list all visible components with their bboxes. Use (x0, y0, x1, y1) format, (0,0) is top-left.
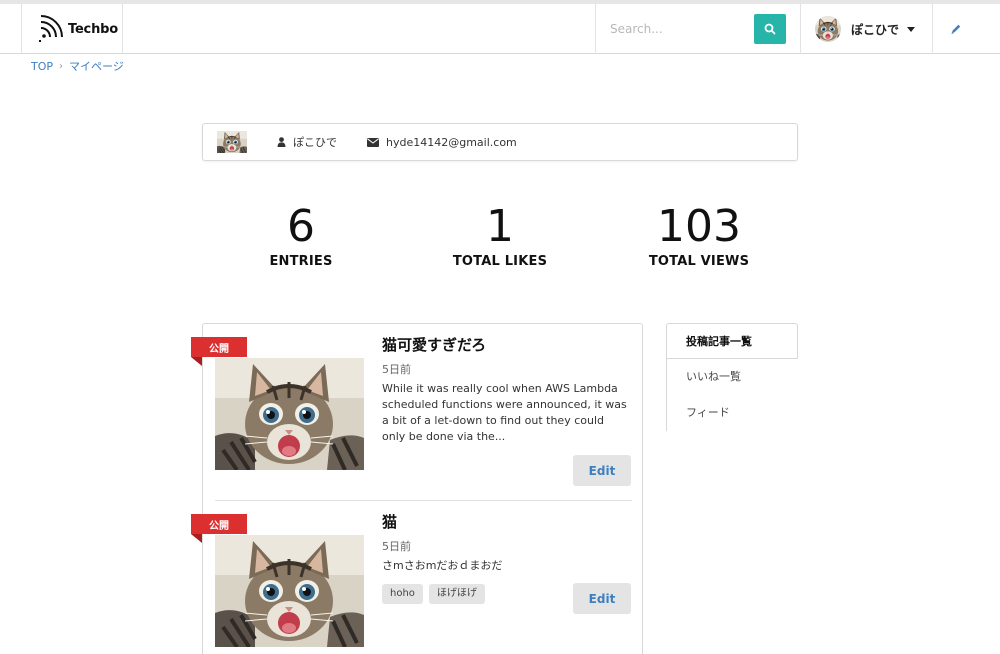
ribbon-fold (191, 357, 202, 366)
status-badge: 公開 (191, 514, 247, 534)
entry-date: 5日前 (382, 540, 411, 553)
user-menu-dropdown[interactable]: ぽこひで (801, 4, 933, 54)
stat-views: 103 TOTAL VIEWS (609, 200, 789, 269)
entry-title[interactable]: 猫 (382, 511, 397, 532)
new-post-button[interactable] (934, 4, 978, 54)
search-input[interactable] (610, 14, 754, 44)
edit-button[interactable]: Edit (573, 455, 631, 486)
wifi-logo-icon (39, 15, 63, 42)
mypage-side-nav: 投稿記事一覧 いいね一覧 フィード (666, 323, 798, 431)
site-header: Techbo ぽこひで (0, 4, 1000, 54)
entry-title[interactable]: 猫可愛すぎだろ (382, 334, 486, 355)
user-name: ぽこひで (851, 22, 900, 37)
breadcrumb: TOP › マイページ (31, 58, 124, 74)
status-badge: 公開 (191, 337, 247, 357)
entry-date: 5日前 (382, 363, 411, 376)
profile-email: hyde14142@gmail.com (367, 136, 517, 149)
pencil-icon (951, 24, 961, 34)
side-nav-likes[interactable]: いいね一覧 (666, 359, 798, 395)
entry-thumbnail[interactable] (215, 358, 364, 470)
edit-button[interactable]: Edit (573, 583, 631, 614)
profile-name-text: ぽこひで (293, 136, 337, 149)
entry-thumbnail[interactable] (215, 535, 364, 647)
brand-name: Techbo (68, 21, 118, 37)
breadcrumb-mypage-link[interactable]: マイページ (69, 58, 124, 74)
user-icon (277, 137, 286, 147)
stat-entries-value: 6 (287, 201, 315, 252)
side-nav-feed[interactable]: フィード (666, 395, 798, 431)
side-nav-posts[interactable]: 投稿記事一覧 (666, 323, 798, 359)
tag[interactable]: ほげほげ (428, 584, 485, 604)
search-button[interactable] (754, 14, 786, 44)
stat-views-label: TOTAL VIEWS (648, 254, 750, 269)
breadcrumb-top-link[interactable]: TOP (31, 60, 53, 73)
search-box (595, 4, 801, 54)
entry-excerpt: さmさおmだおｄまおだ (382, 559, 503, 572)
stat-likes-value: 1 (486, 201, 514, 252)
tag[interactable]: hoho (382, 584, 423, 604)
tag-list: hoho ほげほげ (382, 584, 485, 604)
brand-logo[interactable]: Techbo (21, 4, 123, 54)
entry-item: 公開 猫可愛すぎだろ 5日前 While it was really cool … (191, 324, 633, 500)
entry-excerpt: While it was really cool when AWS Lambda… (382, 382, 627, 443)
caret-down-icon (907, 26, 916, 32)
entry-item: 公開 猫 5日前 さmさおmだおｄまおだ hoho ほげほげ Edit (191, 501, 633, 654)
ribbon-fold (191, 534, 202, 543)
stat-entries-label: ENTRIES (269, 254, 333, 269)
profile-email-text: hyde14142@gmail.com (386, 135, 517, 149)
search-icon (764, 23, 776, 35)
stat-entries: 6 ENTRIES (211, 200, 391, 269)
entry-list: 公開 猫可愛すぎだろ 5日前 While it was really cool … (191, 323, 643, 654)
profile-avatar (217, 131, 247, 153)
avatar (815, 16, 841, 42)
profile-card: ぽこひで hyde14142@gmail.com (202, 123, 798, 161)
profile-name: ぽこひで (277, 134, 337, 150)
stat-likes: 1 TOTAL LIKES (410, 200, 590, 269)
stat-likes-label: TOTAL LIKES (452, 254, 548, 269)
stat-views-value: 103 (657, 201, 741, 252)
chevron-right-icon: › (59, 60, 64, 72)
envelope-icon (367, 137, 379, 147)
